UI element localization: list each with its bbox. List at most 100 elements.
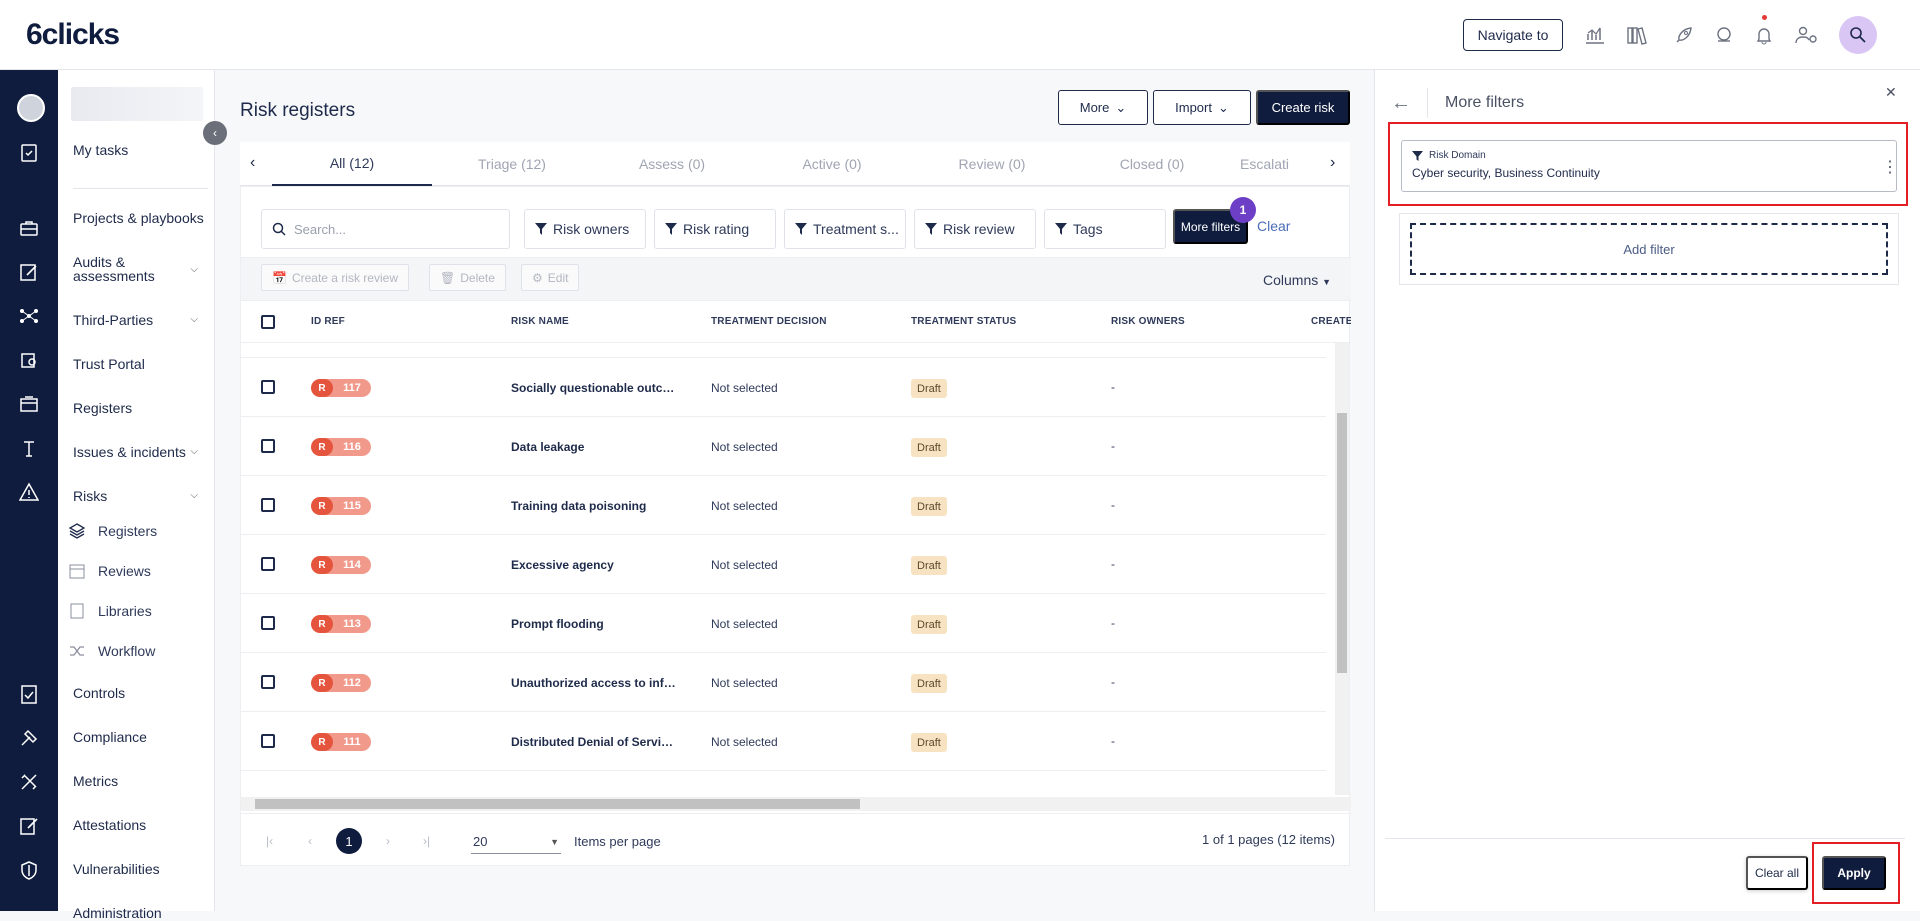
incident-icon[interactable]	[17, 436, 41, 460]
filter-risk-owners[interactable]: Risk owners	[524, 209, 646, 249]
risk-domain-filter[interactable]: Risk Domain Cyber security, Business Con…	[1401, 140, 1898, 192]
sidebar-item-risks[interactable]: Risks ⌵	[73, 489, 208, 503]
user-avatar[interactable]	[17, 94, 45, 122]
next-page-icon[interactable]: ›	[386, 834, 390, 848]
analytics-icon[interactable]	[1583, 23, 1607, 47]
risk-id-badge[interactable]: R 113	[311, 615, 371, 633]
edit-icon[interactable]	[17, 260, 41, 284]
add-filter-button[interactable]: Add filter	[1410, 223, 1888, 275]
create-risk-review-button[interactable]: 📅 Create a risk review	[261, 264, 409, 291]
controls-icon[interactable]	[17, 682, 41, 706]
risk-id-badge[interactable]: R 116	[311, 438, 371, 456]
sidebar-item-projects[interactable]: Projects & playbooks	[73, 211, 208, 225]
sidebar-collapse-button[interactable]: ‹	[203, 121, 227, 145]
first-page-icon[interactable]: |‹	[266, 834, 273, 848]
trust-portal-icon[interactable]	[17, 348, 41, 372]
select-all-checkbox[interactable]	[261, 315, 275, 329]
scroll-thumb[interactable]	[1337, 413, 1347, 673]
risk-name[interactable]: Excessive agency	[511, 558, 676, 572]
attestation-icon[interactable]	[17, 814, 41, 838]
risk-name[interactable]: Distributed Denial of Servic...	[511, 735, 676, 749]
risk-id-badge[interactable]: R 112	[311, 674, 371, 692]
risk-name[interactable]: Training data poisoning	[511, 499, 676, 513]
briefcase-icon[interactable]	[17, 216, 41, 240]
library-icon[interactable]	[1625, 23, 1649, 47]
risk-name[interactable]: Unauthorized access to infr...	[511, 676, 676, 690]
apply-button[interactable]: Apply	[1822, 856, 1886, 890]
tabs-next-icon[interactable]: ›	[1330, 154, 1335, 172]
table-row[interactable]: R 116 Data leakage Not selected Draft -	[241, 417, 1326, 476]
import-button[interactable]: Import ⌄	[1153, 90, 1251, 125]
sidebar-subitem-libraries[interactable]: Libraries	[68, 602, 152, 620]
risk-name[interactable]: Socially questionable outco...	[511, 381, 676, 395]
tab-active[interactable]: Active (0)	[752, 142, 912, 186]
close-icon[interactable]: ✕	[1885, 84, 1897, 101]
table-row[interactable]: R 113 Prompt flooding Not selected Draft …	[241, 594, 1326, 653]
table-row[interactable]: R 117 Socially questionable outco... Not …	[241, 358, 1326, 417]
delete-button[interactable]: 🗑 Delete	[429, 264, 506, 291]
risk-id-badge[interactable]: R 111	[311, 733, 371, 751]
risk-id-badge[interactable]: R 114	[311, 556, 371, 574]
table-row[interactable]: R 112 Unauthorized access to infr... Not …	[241, 653, 1326, 712]
sidebar-item-metrics[interactable]: Metrics	[73, 774, 208, 788]
filter-treatment-status[interactable]: Treatment s...	[784, 209, 906, 249]
sidebar-item-registers[interactable]: Registers	[73, 401, 208, 415]
tab-assess[interactable]: Assess (0)	[592, 142, 752, 186]
row-checkbox[interactable]	[261, 675, 275, 689]
clear-all-button[interactable]: Clear all	[1746, 856, 1808, 890]
sidebar-item-administration[interactable]: Administration	[73, 906, 208, 920]
shield-icon[interactable]	[17, 858, 41, 882]
table-row[interactable]: R 114 Excessive agency Not selected Draft…	[241, 535, 1326, 594]
row-checkbox[interactable]	[261, 380, 275, 394]
bell-icon[interactable]	[1752, 23, 1776, 47]
row-checkbox[interactable]	[261, 616, 275, 630]
table-row[interactable]: R 111 Distributed Denial of Servic... Not…	[241, 712, 1326, 771]
sidebar-item-controls[interactable]: Controls	[73, 686, 208, 700]
vertical-scrollbar[interactable]	[1335, 343, 1349, 795]
tabs-prev-icon[interactable]: ‹	[250, 154, 255, 172]
col-treatment-decision[interactable]: TREATMENT DECISION	[711, 316, 827, 327]
col-created[interactable]: CREATED	[1311, 316, 1351, 327]
columns-button[interactable]: Columns ▼	[1263, 272, 1331, 288]
back-arrow-icon[interactable]: ←	[1391, 92, 1411, 115]
page-number[interactable]: 1	[336, 828, 362, 854]
row-checkbox[interactable]	[261, 439, 275, 453]
risk-name[interactable]: Data leakage	[511, 440, 676, 454]
sidebar-item-compliance[interactable]: Compliance	[73, 730, 208, 744]
filter-risk-rating[interactable]: Risk rating	[654, 209, 776, 249]
risk-id-badge[interactable]: R 117	[311, 379, 371, 397]
app-logo[interactable]: 6clicks	[26, 18, 120, 52]
sidebar-subitem-registers[interactable]: Registers	[68, 522, 157, 540]
last-page-icon[interactable]: ›|	[423, 834, 430, 848]
col-risk-name[interactable]: RISK NAME	[511, 316, 569, 327]
risk-name[interactable]: Prompt flooding	[511, 617, 676, 631]
row-checkbox[interactable]	[261, 498, 275, 512]
sidebar-subitem-workflow[interactable]: Workflow	[68, 642, 155, 660]
scroll-thumb[interactable]	[255, 799, 860, 809]
tab-all[interactable]: All (12)	[272, 142, 432, 186]
risk-id-badge[interactable]: R 115	[311, 497, 371, 515]
sidebar-item-my-tasks[interactable]: My tasks	[73, 143, 208, 157]
sidebar-item-third-parties[interactable]: Third-Parties ⌵	[73, 313, 208, 327]
sidebar-item-vulnerabilities[interactable]: Vulnerabilities	[73, 862, 208, 876]
navigate-to-button[interactable]: Navigate to	[1463, 19, 1563, 51]
more-button[interactable]: More ⌄	[1058, 90, 1148, 125]
filter-risk-review[interactable]: Risk review	[914, 209, 1036, 249]
prev-page-icon[interactable]: ‹	[308, 834, 312, 848]
clear-filters-link[interactable]: Clear	[1257, 218, 1290, 234]
page-size-select[interactable]: 20 ▼	[471, 830, 561, 854]
filter-tags[interactable]: Tags	[1044, 209, 1166, 249]
edit-button[interactable]: ⚙ Edit	[521, 264, 580, 291]
col-id-ref[interactable]: ID REF	[311, 316, 345, 327]
users-settings-icon[interactable]	[1795, 23, 1819, 47]
row-checkbox[interactable]	[261, 734, 275, 748]
support-icon[interactable]	[1712, 23, 1736, 47]
sidebar-subitem-reviews[interactable]: Reviews	[68, 562, 151, 580]
register-icon[interactable]	[17, 392, 41, 416]
warning-icon[interactable]	[17, 480, 41, 504]
gavel-icon[interactable]	[17, 726, 41, 750]
sidebar-item-trust-portal[interactable]: Trust Portal	[73, 357, 208, 371]
create-risk-button[interactable]: Create risk	[1256, 90, 1350, 125]
col-treatment-status[interactable]: TREATMENT STATUS	[911, 316, 1016, 327]
rocket-icon[interactable]	[1672, 23, 1696, 47]
